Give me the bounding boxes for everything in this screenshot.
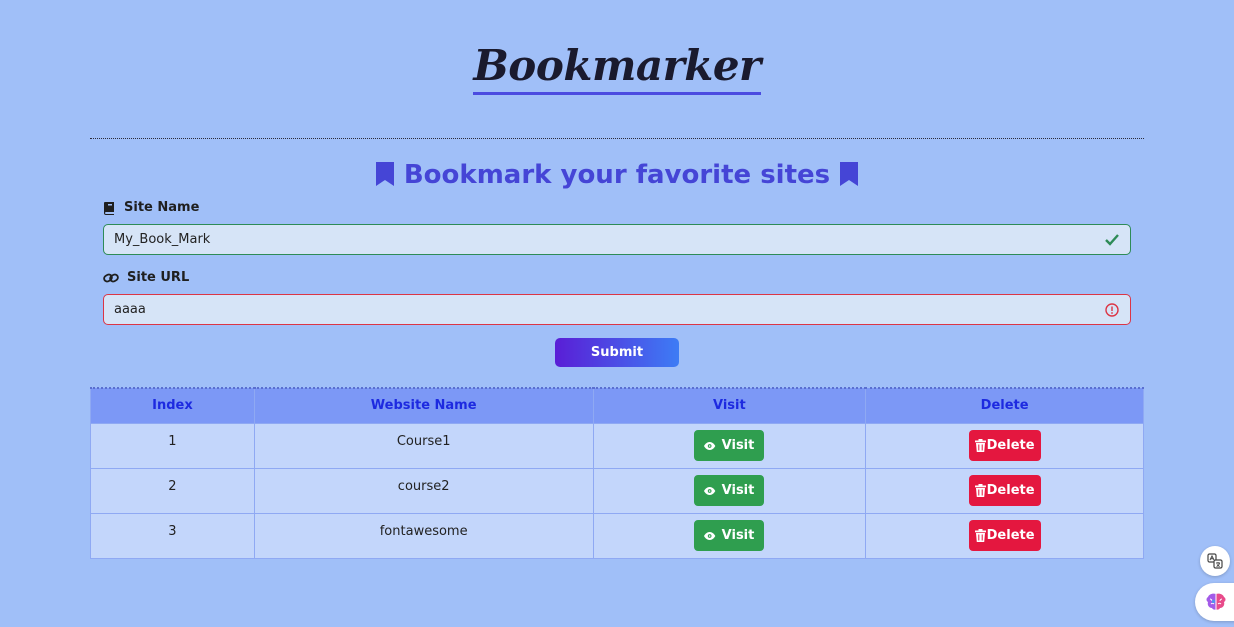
form-heading: Bookmark your favorite sites [0,158,1234,192]
submit-button[interactable]: Submit [555,338,679,367]
visit-label: Visit [721,438,755,453]
table-header-row: Index Website Name Visit Delete [90,387,1144,424]
row-website-name: Course1 [253,422,594,469]
table-row: 3 fontawesome Visit Delete [90,512,1144,559]
ai-assistant-button[interactable] [1195,583,1234,621]
trash-icon [974,529,986,542]
error-icon [1104,302,1120,318]
trash-icon [974,484,986,497]
book-icon [104,201,114,215]
delete-button[interactable]: Delete [968,520,1041,551]
eye-icon [704,486,716,495]
visit-label: Visit [721,528,755,543]
logo-container: Bookmarker [0,42,1234,95]
delete-label: Delete [986,438,1035,453]
header-website-name: Website Name [253,387,594,424]
row-index: 2 [90,467,255,514]
form-title: Bookmark your favorite sites [403,160,831,190]
row-index: 3 [90,512,255,559]
delete-cell: Delete [865,512,1144,559]
visit-button[interactable]: Visit [694,430,765,461]
link-icon [103,273,119,282]
bookmarks-table: Index Website Name Visit Delete 1 Course… [90,387,1144,559]
delete-cell: Delete [865,422,1144,469]
header-divider [90,138,1144,139]
table-row: 1 Course1 Visit Delete [90,422,1144,469]
bookmark-icon [840,162,859,186]
visit-button[interactable]: Visit [694,475,765,506]
visit-cell: Visit [592,422,867,469]
site-url-field[interactable] [103,294,1131,325]
site-url-label: Site URL [103,270,189,285]
trash-icon [974,439,986,452]
site-name-field[interactable] [103,224,1131,255]
site-url-label-text: Site URL [127,270,190,285]
site-name-label: Site Name [103,200,199,215]
header-delete: Delete [865,387,1144,424]
delete-label: Delete [986,483,1035,498]
site-url-input[interactable] [114,295,1104,324]
visit-label: Visit [721,483,755,498]
translate-button[interactable] [1200,546,1230,576]
table-row: 2 course2 Visit Delete [90,467,1144,514]
site-name-input[interactable] [114,225,1104,254]
header-index: Index [90,387,255,424]
site-name-label-text: Site Name [124,200,200,215]
brain-icon [1206,593,1226,610]
delete-label: Delete [986,528,1035,543]
row-website-name: course2 [253,467,594,514]
delete-cell: Delete [865,467,1144,514]
visit-cell: Visit [592,467,867,514]
bookmark-icon [375,162,394,186]
visit-button[interactable]: Visit [694,520,765,551]
row-website-name: fontawesome [253,512,594,559]
header-visit: Visit [592,387,867,424]
delete-button[interactable]: Delete [968,430,1041,461]
check-icon [1104,232,1120,248]
visit-cell: Visit [592,512,867,559]
translate-icon [1207,553,1223,569]
eye-icon [704,531,716,540]
eye-icon [704,441,716,450]
app-logo: Bookmarker [473,42,761,95]
delete-button[interactable]: Delete [968,475,1041,506]
row-index: 1 [90,422,255,469]
